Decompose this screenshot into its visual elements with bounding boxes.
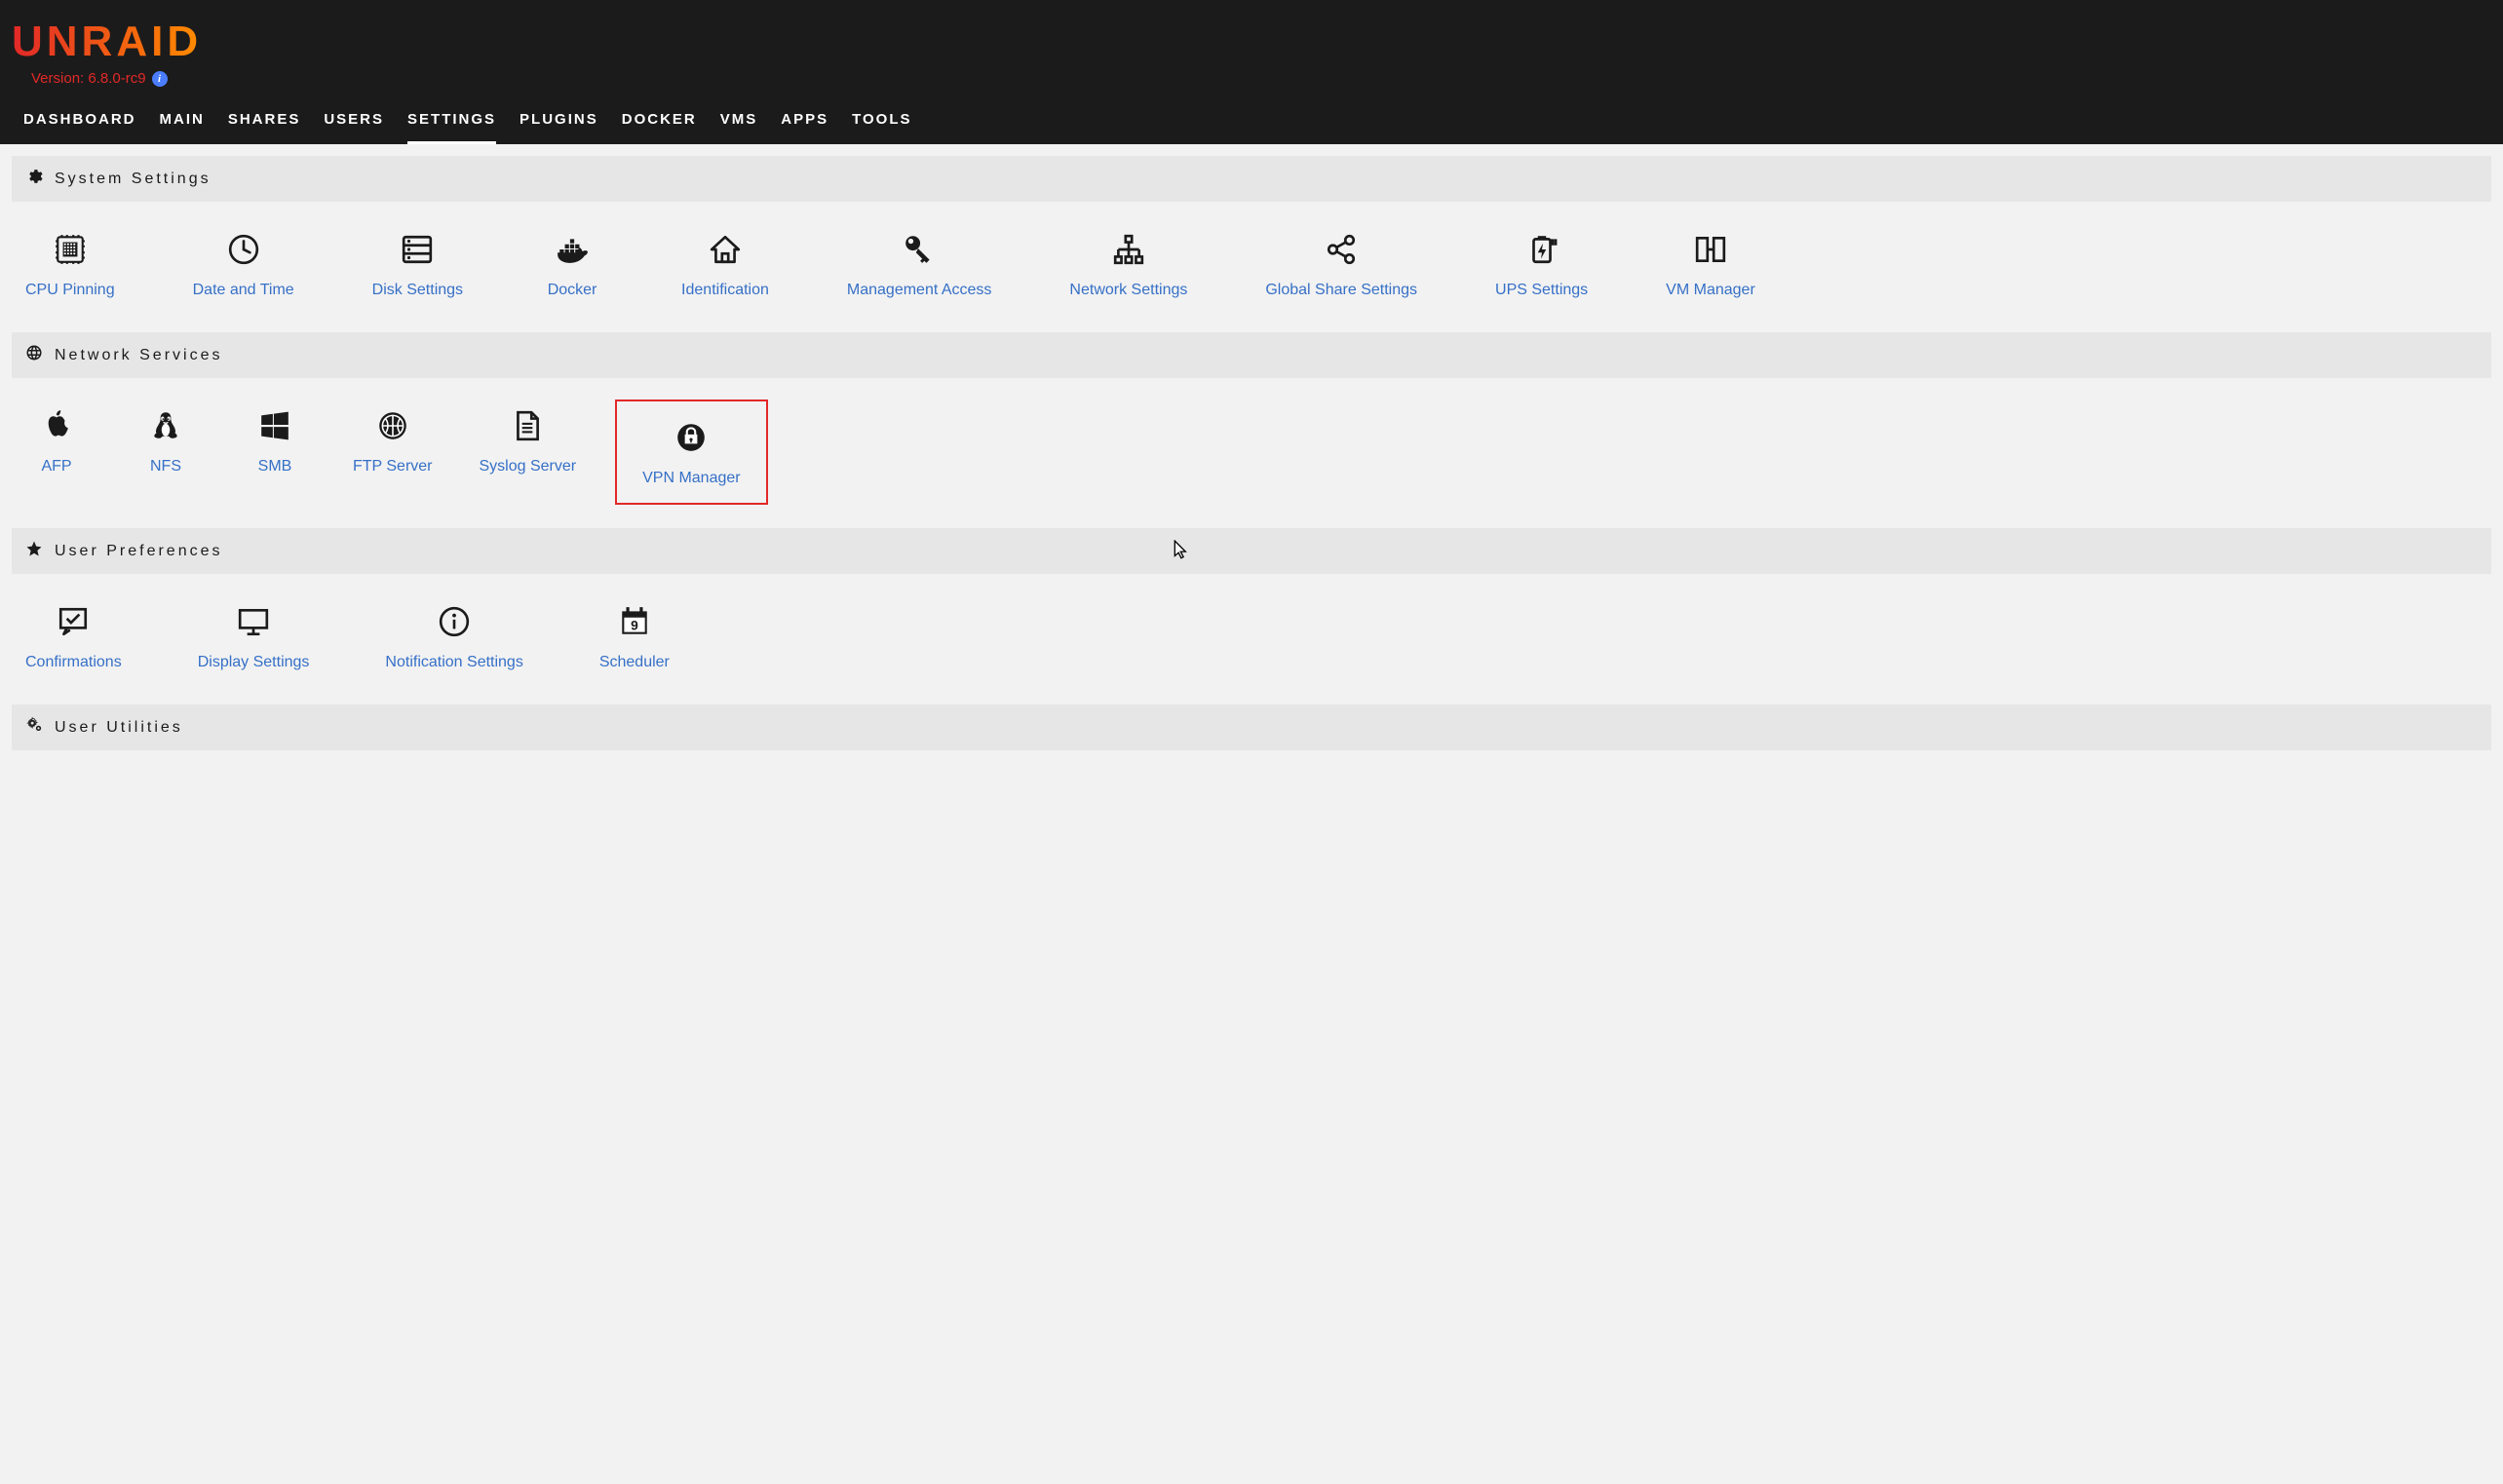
tile-label: Confirmations <box>25 654 122 671</box>
content: System Settings CPU Pinning Date and Time… <box>0 144 2503 762</box>
tile-vm-manager[interactable]: VM Manager <box>1658 223 1763 309</box>
nav-vms[interactable]: VMS <box>720 101 758 144</box>
tile-label: UPS Settings <box>1495 282 1588 299</box>
nav-plugins[interactable]: PLUGINS <box>520 101 598 144</box>
section-system-header: System Settings <box>12 156 2491 202</box>
linux-icon <box>149 407 182 444</box>
section-title: Network Services <box>55 347 222 364</box>
nav-tools[interactable]: TOOLS <box>852 101 911 144</box>
cpu-icon <box>54 231 87 268</box>
tile-syslog-server[interactable]: Syslog Server <box>472 400 585 505</box>
tile-cpu-pinning[interactable]: CPU Pinning <box>18 223 123 309</box>
ups-icon <box>1525 231 1559 268</box>
apple-icon <box>40 407 73 444</box>
tile-label: Syslog Server <box>480 458 577 476</box>
tile-label: NFS <box>150 458 181 476</box>
tile-label: Display Settings <box>198 654 310 671</box>
display-icon <box>237 603 270 640</box>
nav-settings[interactable]: SETTINGS <box>407 101 496 144</box>
docker-icon <box>556 231 589 268</box>
tile-nfs[interactable]: NFS <box>127 400 205 505</box>
version-label: Version: 6.8.0-rc9 <box>31 70 146 87</box>
tile-label: Management Access <box>847 282 992 299</box>
cal-icon <box>618 603 651 640</box>
tile-scheduler[interactable]: Scheduler <box>592 595 677 681</box>
tile-ftp-server[interactable]: FTP Server <box>345 400 441 505</box>
network-tiles: AFP NFS SMB FTP Server Syslog Server VPN Mana… <box>12 378 2491 514</box>
tile-network-settings[interactable]: Network Settings <box>1061 223 1195 309</box>
prefs-tiles: Confirmations Display Settings Notificatio… <box>12 574 2491 691</box>
section-prefs-header: User Preferences <box>12 528 2491 574</box>
logo: UNRAID <box>12 18 202 66</box>
tile-label: CPU Pinning <box>25 282 115 299</box>
tile-vpn-manager[interactable]: VPN Manager <box>615 400 768 505</box>
tile-label: VM Manager <box>1666 282 1755 299</box>
tile-afp[interactable]: AFP <box>18 400 96 505</box>
nav-apps[interactable]: APPS <box>781 101 828 144</box>
net-icon <box>1112 231 1145 268</box>
nav-shares[interactable]: SHARES <box>228 101 301 144</box>
tile-label: VPN Manager <box>642 470 741 487</box>
tile-display-settings[interactable]: Display Settings <box>190 595 318 681</box>
section-title: System Settings <box>55 171 212 188</box>
tile-label: Identification <box>681 282 769 299</box>
disk-icon <box>401 231 434 268</box>
globe-icon <box>25 344 43 366</box>
section-network-header: Network Services <box>12 332 2491 378</box>
tile-notification-settings[interactable]: Notification Settings <box>377 595 530 681</box>
nav-users[interactable]: USERS <box>324 101 384 144</box>
vpn-icon <box>674 419 708 456</box>
tile-label: FTP Server <box>353 458 433 476</box>
tile-global-share-settings[interactable]: Global Share Settings <box>1257 223 1425 309</box>
tile-label: Docker <box>548 282 597 299</box>
tile-ups-settings[interactable]: UPS Settings <box>1487 223 1596 309</box>
key-icon <box>903 231 936 268</box>
ftp-icon <box>376 407 409 444</box>
version-text: Version: 6.8.0-rc9 i <box>31 70 168 87</box>
clock-icon <box>227 231 260 268</box>
confirm-icon <box>57 603 90 640</box>
section-title: User Preferences <box>55 543 223 560</box>
tile-smb[interactable]: SMB <box>236 400 314 505</box>
main-nav: DASHBOARD MAIN SHARES USERS SETTINGS PLUGINS D… <box>12 101 2491 144</box>
tile-confirmations[interactable]: Confirmations <box>18 595 130 681</box>
tile-management-access[interactable]: Management Access <box>839 223 1000 309</box>
tile-label: Notification Settings <box>385 654 522 671</box>
share-icon <box>1325 231 1358 268</box>
tile-identification[interactable]: Identification <box>674 223 777 309</box>
star-icon <box>25 540 43 562</box>
nav-docker[interactable]: DOCKER <box>622 101 697 144</box>
house-icon <box>709 231 742 268</box>
tile-docker[interactable]: Docker <box>533 223 611 309</box>
info-icon <box>438 603 471 640</box>
gear-icon <box>25 168 43 190</box>
tile-label: Disk Settings <box>372 282 463 299</box>
nav-main[interactable]: MAIN <box>160 101 205 144</box>
file-icon <box>511 407 544 444</box>
tile-label: Global Share Settings <box>1265 282 1417 299</box>
tile-label: SMB <box>258 458 292 476</box>
windows-icon <box>258 407 291 444</box>
tile-disk-settings[interactable]: Disk Settings <box>365 223 471 309</box>
gears-icon <box>25 716 43 739</box>
section-util-header: User Utilities <box>12 704 2491 750</box>
tile-date-and-time[interactable]: Date and Time <box>185 223 302 309</box>
system-tiles: CPU Pinning Date and Time Disk Settings Doc… <box>12 202 2491 319</box>
tile-label: Date and Time <box>193 282 294 299</box>
tile-label: AFP <box>41 458 71 476</box>
info-icon[interactable]: i <box>152 71 168 87</box>
header: UNRAID Version: 6.8.0-rc9 i DASHBOARD MAI… <box>0 0 2503 144</box>
nav-dashboard[interactable]: DASHBOARD <box>23 101 136 144</box>
vm-icon <box>1694 231 1727 268</box>
tile-label: Scheduler <box>599 654 670 671</box>
section-title: User Utilities <box>55 719 183 737</box>
tile-label: Network Settings <box>1069 282 1187 299</box>
